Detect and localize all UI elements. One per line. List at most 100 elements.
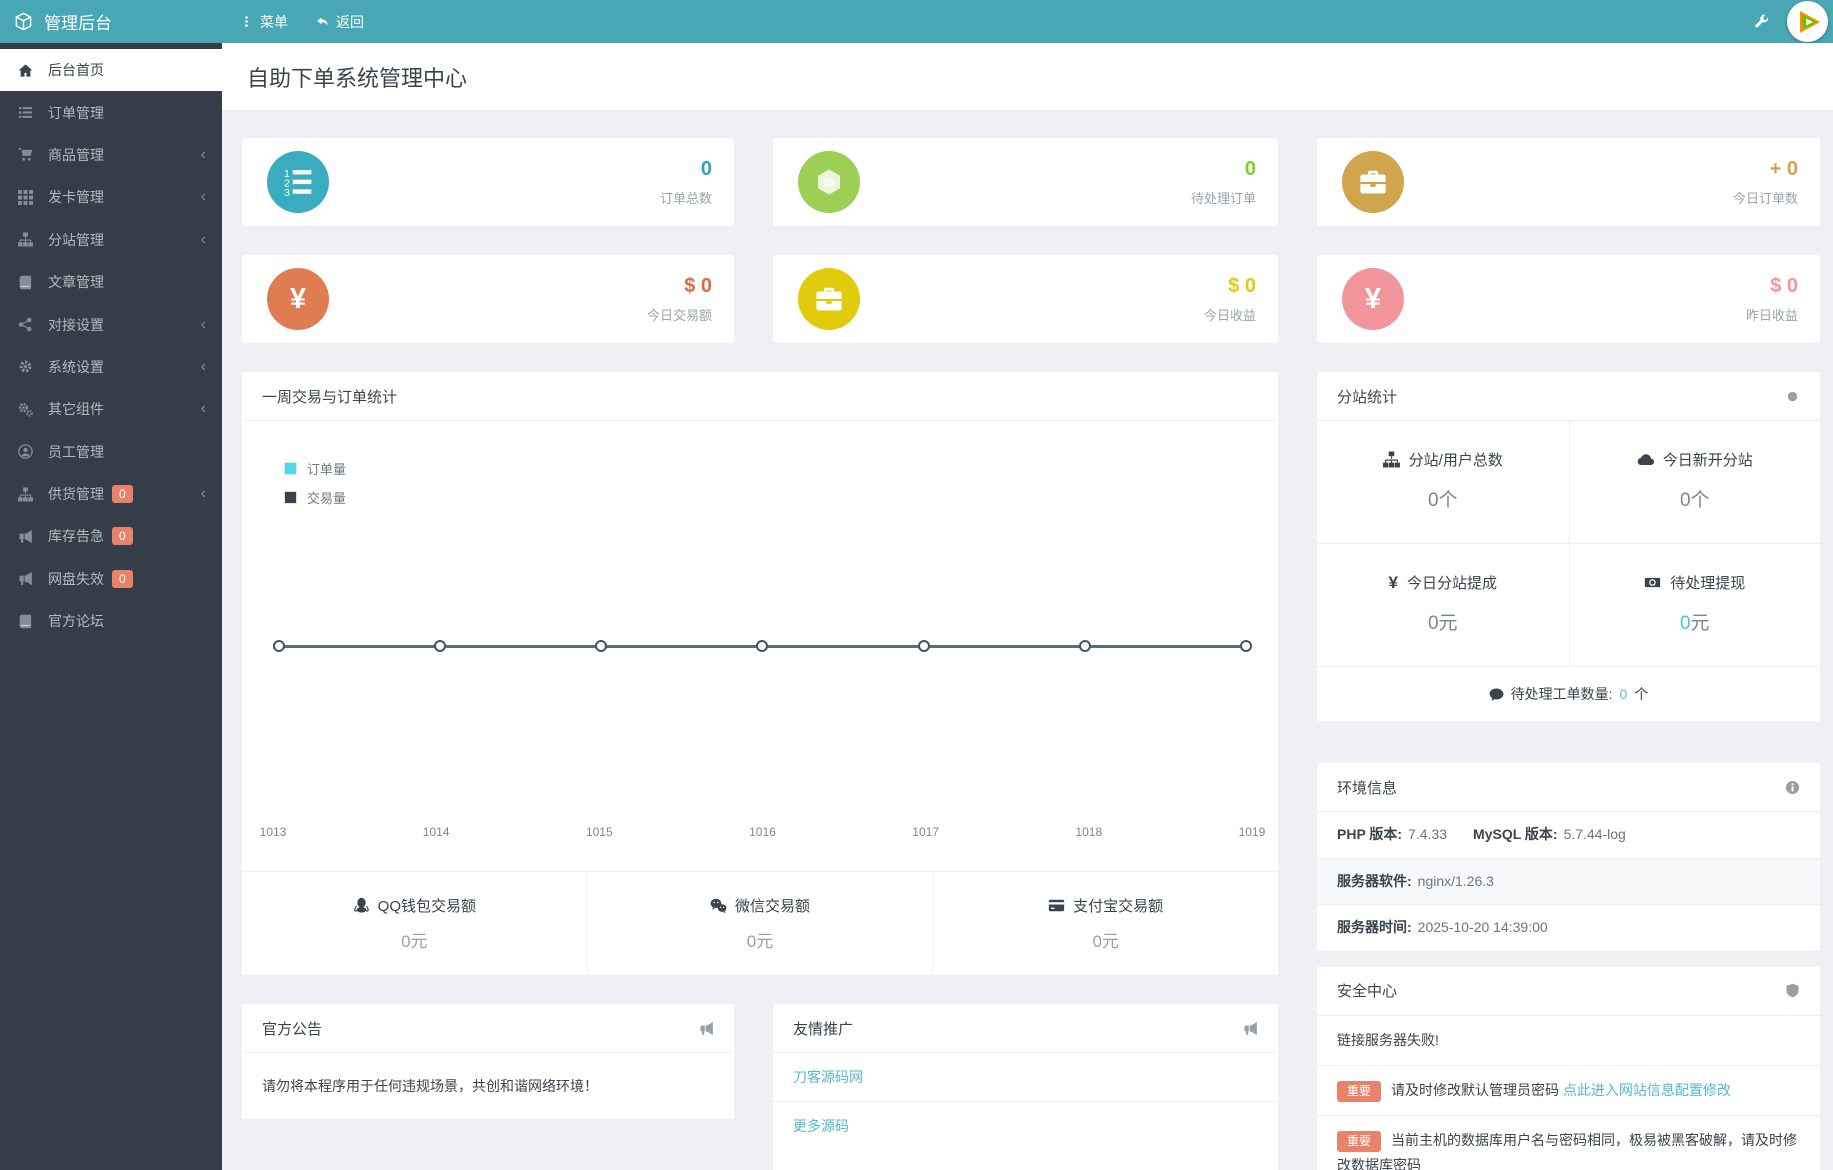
env-label: 服务器时间: — [1337, 919, 1412, 936]
legend-item-volume[interactable]: 交易量 — [284, 488, 346, 507]
sidebar-item-api-settings[interactable]: 对接设置 ‹ — [0, 303, 222, 345]
legend-swatch — [284, 462, 297, 475]
stat-value: + 0 — [1769, 157, 1798, 180]
stat-label: 待处理订单 — [1190, 190, 1256, 206]
substation-cell-value: 0 — [1679, 490, 1691, 511]
stat-value: 0 — [700, 157, 712, 180]
sidebar-item-stock-alert[interactable]: 库存告急 0 — [0, 515, 222, 557]
svg-text:3: 3 — [284, 187, 290, 196]
pay-stat-value: 0元 — [746, 932, 774, 951]
sidebar-item-substations[interactable]: 分站管理 ‹ — [0, 219, 222, 261]
chart-point — [1239, 640, 1252, 652]
security-alert: 链接服务器失败! — [1317, 1016, 1820, 1066]
legend-label: 交易量 — [307, 491, 347, 506]
chart-point — [756, 640, 769, 652]
sidebar-item-label: 发卡管理 — [48, 189, 104, 206]
menu-button[interactable]: 菜单 — [240, 12, 288, 32]
briefcase-icon — [798, 268, 860, 330]
info-icon — [1785, 780, 1800, 795]
legend-item-orders[interactable]: 订单量 — [284, 459, 346, 478]
promo-link-daoke[interactable]: 刀客源码网 — [773, 1053, 1278, 1102]
site-logo-avatar[interactable]: ·· — [1787, 1, 1828, 42]
sidebar-item-cards[interactable]: 发卡管理 ‹ — [0, 176, 222, 218]
config-link[interactable]: 点此进入网站信息配置修改 — [1563, 1082, 1731, 1098]
sidebar-item-system-settings[interactable]: 系统设置 ‹ — [0, 346, 222, 388]
chart-panel-title: 一周交易与订单统计 — [262, 388, 398, 406]
chart-point — [434, 640, 447, 652]
sidebar-item-home[interactable]: 后台首页 — [0, 49, 222, 92]
bullhorn-icon — [1243, 1021, 1258, 1036]
sidebar-item-label: 分站管理 — [48, 231, 104, 248]
env-row-versions: PHP 版本: 7.4.33 MySQL 版本: 5.7.44-log — [1317, 812, 1820, 859]
sidebar-item-forum[interactable]: 官方论坛 — [0, 600, 222, 642]
brand-title: 管理后台 — [44, 14, 112, 33]
book-icon — [15, 275, 35, 290]
substation-cell-label: 待处理提现 — [1670, 575, 1746, 592]
substation-cell-unit: 元 — [1690, 613, 1710, 634]
substation-cell-unit: 个 — [1690, 490, 1710, 511]
security-notice-text: 请及时修改默认管理员密码 — [1391, 1081, 1563, 1098]
important-badge: 重要 — [1337, 1131, 1382, 1153]
env-row-server-software: 服务器软件: nginx/1.26.3 — [1317, 858, 1820, 906]
list-icon — [15, 105, 35, 120]
line-chart: 订单量 交易量 1013 1014 1015 1016 1017 1018 10… — [242, 421, 1278, 871]
sidebar-item-label: 其它组件 — [48, 401, 104, 418]
cloud-icon — [1637, 451, 1654, 468]
x-tick-label: 1018 — [1075, 825, 1103, 839]
x-tick-label: 1017 — [912, 825, 939, 839]
back-button[interactable]: 返回 — [316, 12, 364, 32]
sidebar-item-components[interactable]: 其它组件 ‹ — [0, 388, 222, 430]
stat-label: 今日订单数 — [1732, 190, 1798, 206]
wrench-icon[interactable] — [1754, 14, 1769, 29]
env-value: 5.7.44-log — [1563, 826, 1626, 842]
legend-label: 订单量 — [307, 462, 347, 477]
substation-cell-value: 0 — [1427, 490, 1439, 511]
gear-icon — [15, 359, 35, 374]
sidebar-item-label: 网盘失效 — [48, 570, 104, 587]
substation-cell-new-today: 今日新开分站 0个 — [1568, 421, 1820, 544]
hexagon-icon — [798, 151, 860, 213]
user-circle-icon — [15, 444, 35, 460]
sidebar-item-supply[interactable]: 供货管理 0 ‹ — [0, 473, 222, 515]
reply-icon — [316, 15, 329, 28]
sidebar-item-label: 官方论坛 — [48, 613, 104, 630]
sidebar-item-products[interactable]: 商品管理 ‹ — [0, 134, 222, 176]
stat-card-today-orders: + 0 今日订单数 — [1317, 138, 1820, 226]
substation-stats-panel: 分站统计 分站/用户总数 0个 今日新开分站 0个 ¥ 今日分站提成 0元 待处… — [1317, 372, 1820, 721]
weekly-chart-panel: 一周交易与订单统计 订单量 交易量 1013 1014 1015 1016 10… — [242, 372, 1278, 975]
sidebar-item-label: 订单管理 — [48, 104, 104, 121]
bullhorn-icon — [699, 1021, 714, 1036]
environment-panel-title: 环境信息 — [1337, 779, 1398, 797]
share-nodes-icon — [15, 317, 35, 332]
env-label: MySQL 版本: — [1473, 826, 1558, 842]
qq-wallet-stat: QQ钱包交易额 0元 — [242, 872, 587, 975]
home-icon — [15, 63, 35, 78]
bullhorn-icon — [15, 571, 35, 586]
env-label: PHP 版本: — [1337, 826, 1403, 842]
substation-cell-unit: 元 — [1438, 613, 1458, 634]
top-navbar: 管理后台 菜单 返回 ·· — [0, 0, 1833, 43]
ellipsis-v-icon — [240, 15, 253, 28]
comment-icon — [1489, 687, 1504, 702]
promotion-panel-title: 友情推广 — [793, 1020, 854, 1038]
substation-panel-title: 分站统计 — [1337, 388, 1398, 406]
sidebar-item-staff[interactable]: 员工管理 — [0, 431, 222, 473]
sidebar: 后台首页 订单管理 商品管理 ‹ 发卡管理 ‹ 分站管理 ‹ 文章管理 对接设置… — [0, 43, 222, 1170]
chevron-left-icon: ‹ — [200, 315, 206, 333]
sidebar-item-orders[interactable]: 订单管理 — [0, 91, 222, 133]
sidebar-item-label: 商品管理 — [48, 146, 104, 163]
credit-card-icon — [1048, 897, 1065, 914]
sidebar-item-articles[interactable]: 文章管理 — [0, 261, 222, 303]
promo-link-more[interactable]: 更多源码 — [773, 1102, 1278, 1150]
environment-panel: 环境信息 PHP 版本: 7.4.33 MySQL 版本: 5.7.44-log 服… — [1317, 763, 1820, 951]
sitemap-icon — [1382, 451, 1400, 468]
dot-icon — [1785, 389, 1800, 404]
substation-cell-users: 分站/用户总数 0个 — [1317, 421, 1569, 544]
sidebar-item-netdisk-invalid[interactable]: 网盘失效 0 — [0, 558, 222, 600]
qq-icon — [353, 897, 370, 914]
bullhorn-icon — [15, 529, 35, 544]
stat-card-today-profit: $ 0 今日收益 — [773, 255, 1278, 343]
pay-stat-label: 微信交易额 — [735, 898, 811, 915]
menu-label: 菜单 — [260, 13, 288, 30]
chart-point — [917, 640, 930, 652]
